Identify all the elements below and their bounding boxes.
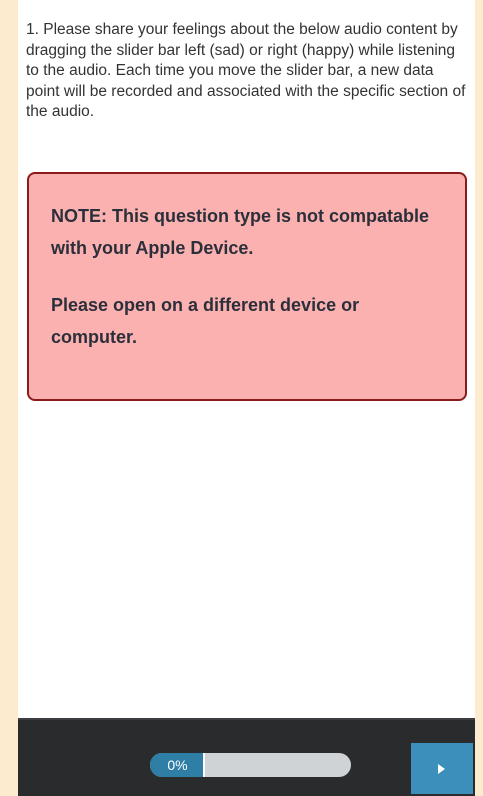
note-line-2: Please open on a different device or com…	[51, 295, 360, 347]
progress-label: 0%	[167, 757, 188, 773]
note-line-1: NOTE: This question type is not compatab…	[51, 206, 430, 258]
footer-bar: 0%	[18, 718, 475, 796]
next-button[interactable]	[411, 743, 473, 794]
play-triangle-icon	[438, 763, 445, 774]
question-text: 1. Please share your feelings about the …	[26, 21, 466, 120]
survey-panel: 1. Please share your feelings about the …	[18, 0, 475, 796]
progress-bar: 0%	[150, 753, 351, 777]
compatibility-note: NOTE: This question type is not compatab…	[27, 172, 467, 401]
